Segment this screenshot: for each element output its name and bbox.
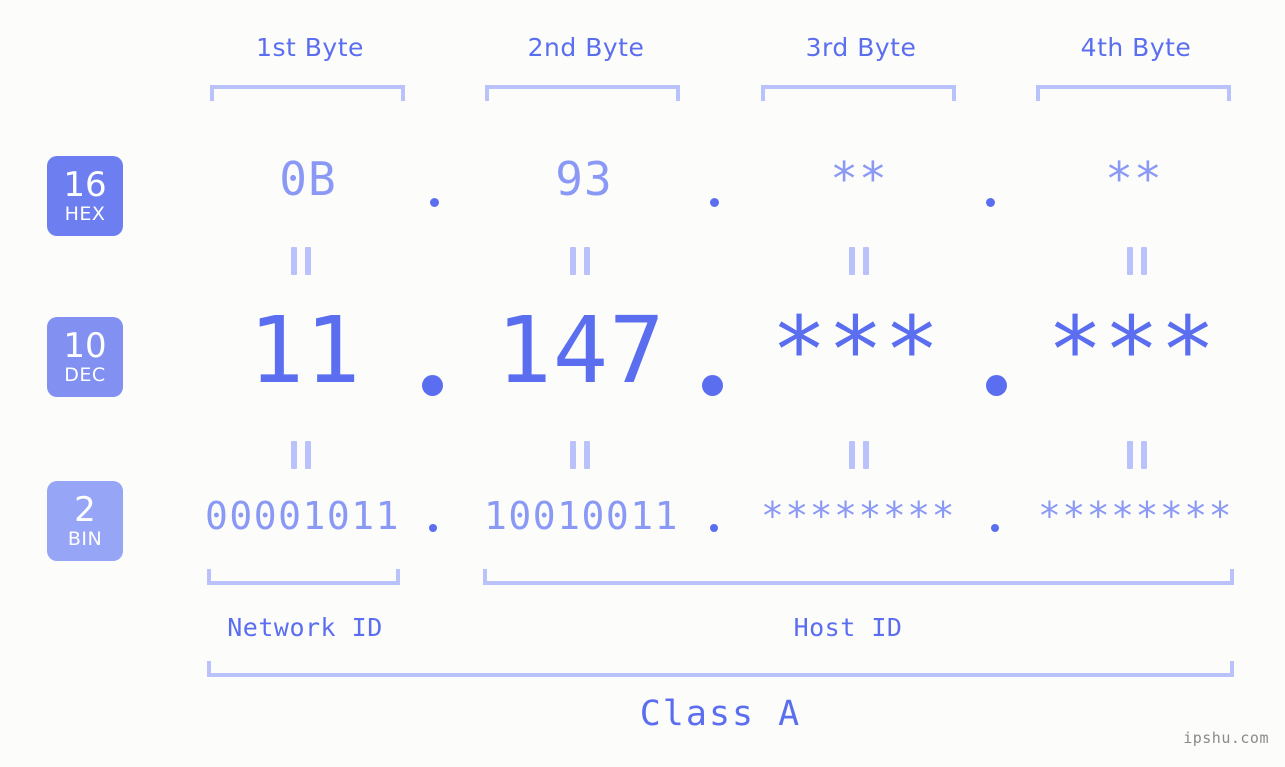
equals-marker-dec-bin-4	[1127, 441, 1147, 469]
hex-dot-separator-3	[986, 198, 995, 207]
base-badge-bin-abbr: BIN	[67, 528, 103, 550]
base-badge-dec: 10 DEC	[47, 317, 123, 397]
hex-octet-1: 0B	[279, 152, 337, 206]
hex-octet-4: **	[1105, 152, 1163, 206]
bin-octet-2: 10010011	[483, 494, 680, 538]
equals-marker-dec-bin-1	[291, 441, 311, 469]
byte-bracket-4	[1036, 85, 1231, 101]
equals-marker-hex-dec-1	[291, 247, 311, 275]
byte-header-2: 2nd Byte	[527, 33, 645, 62]
base-badge-hex-abbr: HEX	[64, 203, 106, 225]
class-bracket	[207, 661, 1234, 677]
byte-header-3: 3rd Byte	[805, 33, 917, 62]
dec-octet-1: 11	[248, 297, 362, 404]
site-watermark: ipshu.com	[1183, 729, 1269, 747]
host-id-label: Host ID	[793, 613, 903, 642]
bin-octet-4: ********	[1037, 494, 1234, 538]
equals-marker-hex-dec-3	[849, 247, 869, 275]
equals-marker-hex-dec-2	[570, 247, 590, 275]
dec-dot-separator-3	[986, 375, 1007, 396]
hex-octet-3: **	[830, 152, 888, 206]
dec-dot-separator-1	[422, 375, 443, 396]
base-badge-hex: 16 HEX	[47, 156, 123, 236]
bin-dot-separator-2	[710, 524, 718, 532]
host-id-bracket	[483, 569, 1234, 585]
network-id-label: Network ID	[227, 613, 383, 642]
equals-marker-dec-bin-3	[849, 441, 869, 469]
bin-octet-3: ********	[760, 494, 957, 538]
base-badge-dec-abbr: DEC	[64, 364, 106, 386]
base-badge-dec-number: 10	[63, 326, 107, 366]
hex-dot-separator-2	[710, 198, 719, 207]
equals-marker-dec-bin-2	[570, 441, 590, 469]
dec-octet-2: 147	[496, 297, 666, 404]
bin-dot-separator-3	[991, 524, 999, 532]
byte-header-4: 4th Byte	[1080, 33, 1192, 62]
equals-marker-hex-dec-4	[1127, 247, 1147, 275]
bin-dot-separator-1	[429, 524, 437, 532]
class-label: Class A	[639, 694, 802, 734]
bin-octet-1: 00001011	[204, 494, 401, 538]
base-badge-bin: 2 BIN	[47, 481, 123, 561]
base-badge-hex-number: 16	[63, 165, 107, 205]
ip-byte-breakdown-diagram: 1st Byte 2nd Byte 3rd Byte 4th Byte 16 H…	[0, 0, 1285, 767]
byte-bracket-3	[761, 85, 956, 101]
hex-octet-2: 93	[555, 152, 613, 206]
hex-dot-separator-1	[430, 198, 439, 207]
dec-dot-separator-2	[702, 375, 723, 396]
dec-octet-4: ***	[1047, 297, 1217, 404]
byte-header-1: 1st Byte	[256, 33, 364, 62]
dec-octet-3: ***	[771, 297, 941, 404]
network-id-bracket	[207, 569, 400, 585]
byte-bracket-2	[485, 85, 680, 101]
base-badge-bin-number: 2	[74, 490, 96, 530]
byte-bracket-1	[210, 85, 405, 101]
